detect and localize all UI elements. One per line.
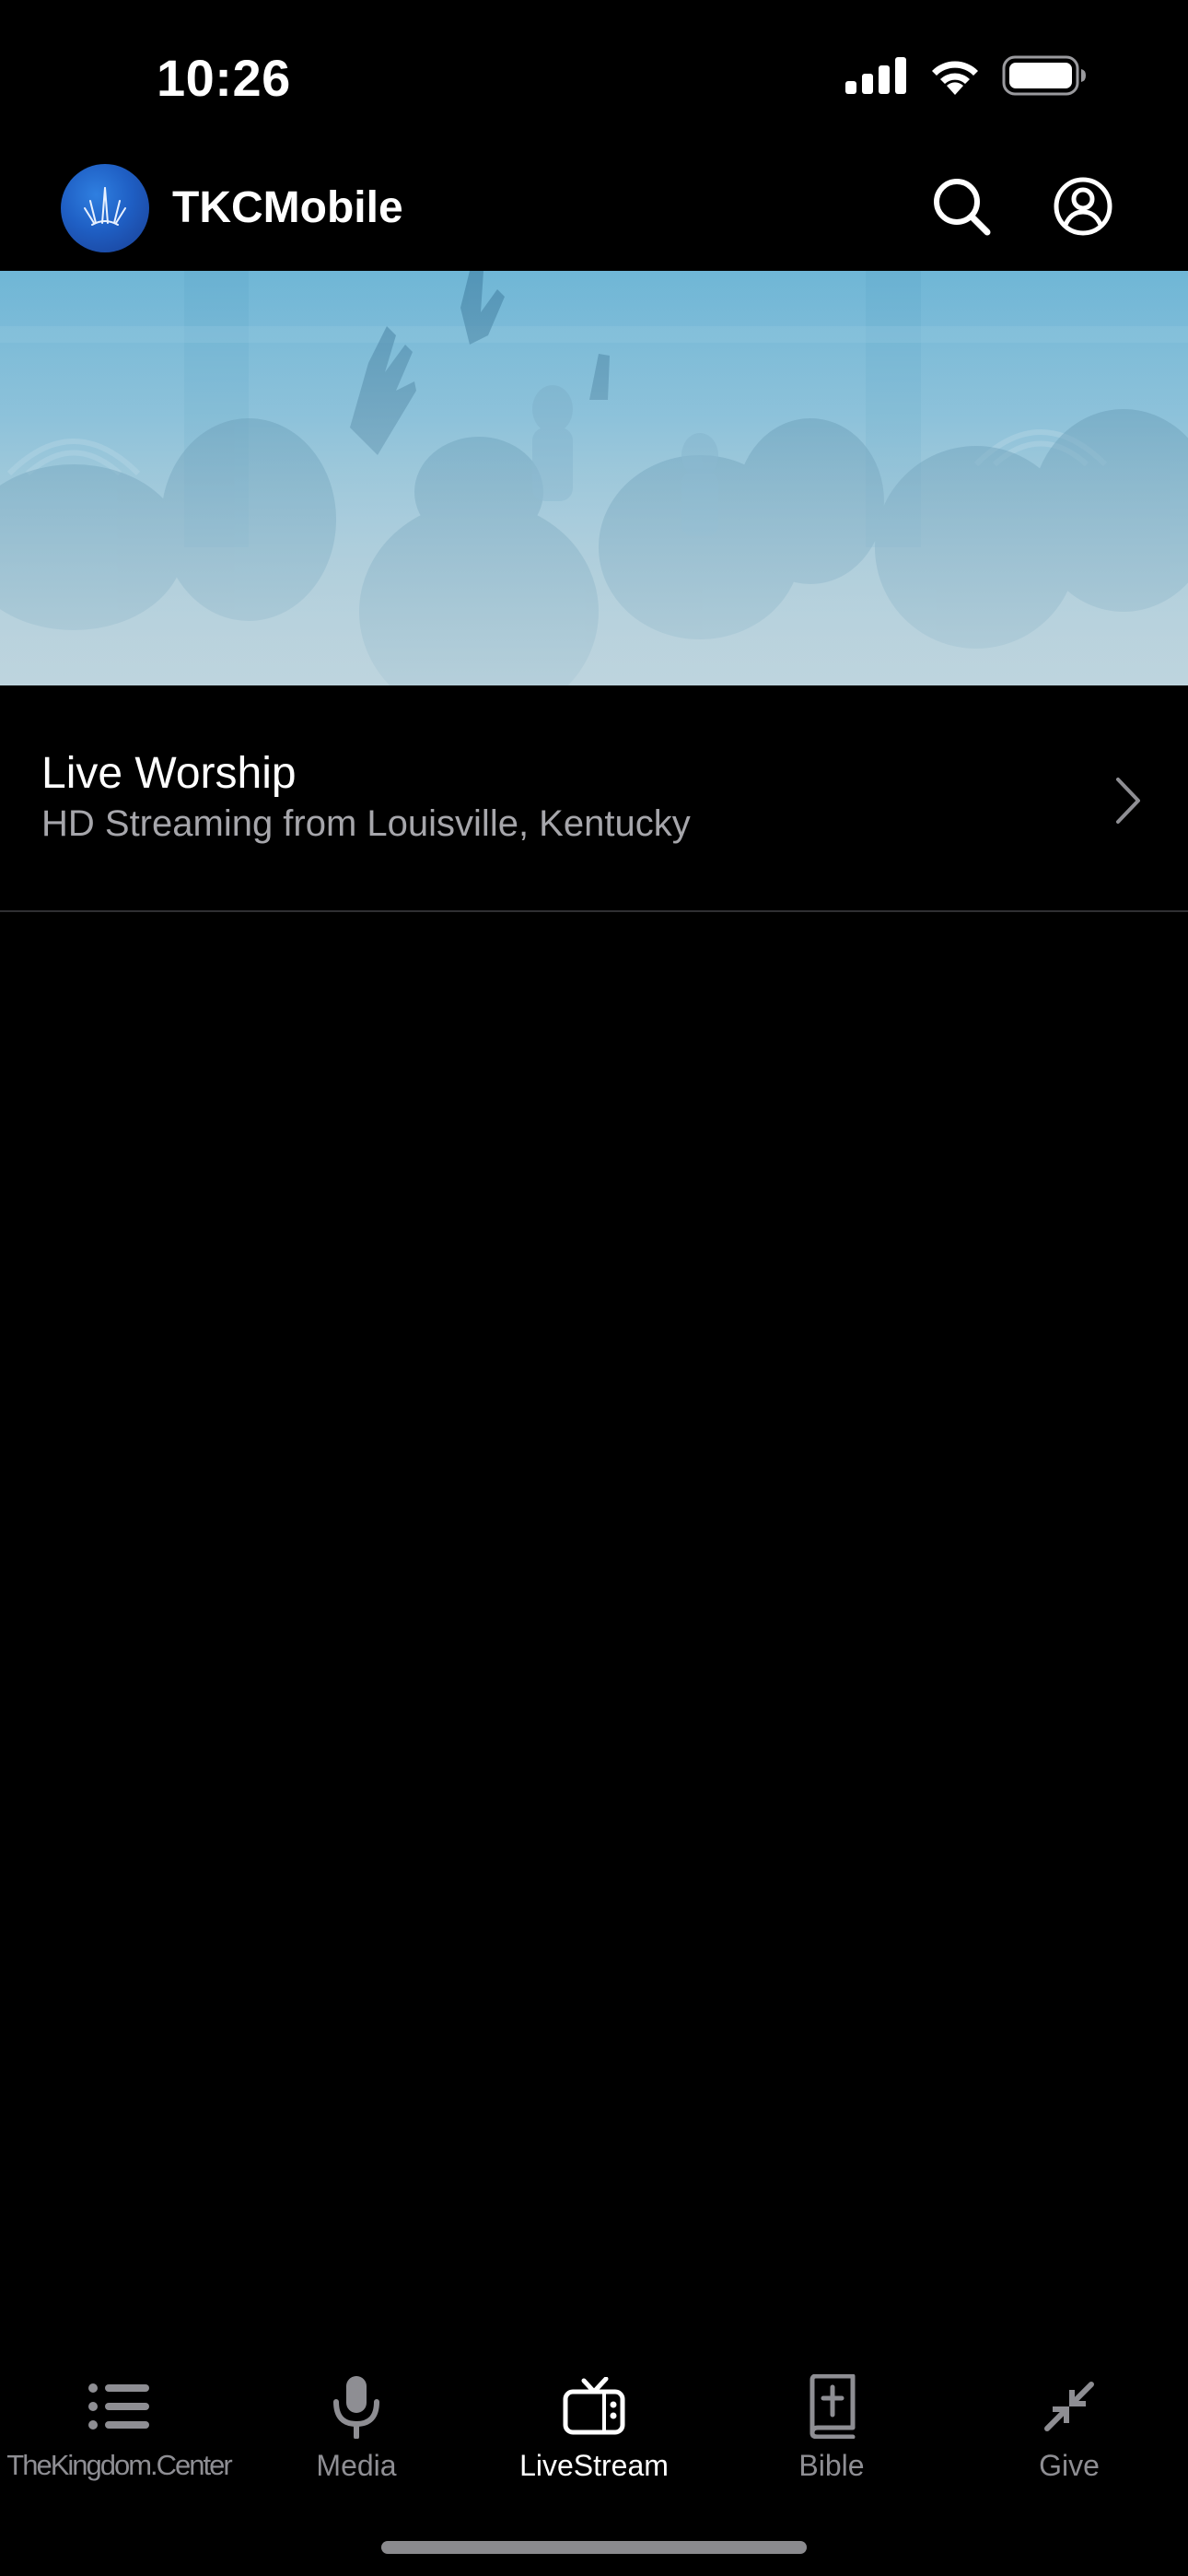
tab-label: TheKingdom.Center — [6, 2449, 232, 2481]
bible-icon — [795, 2370, 868, 2443]
live-worship-row[interactable]: Live Worship HD Streaming from Louisvill… — [0, 685, 1188, 912]
cellular-signal-icon — [845, 57, 908, 99]
list-icon — [82, 2370, 156, 2443]
search-icon — [931, 176, 992, 241]
tab-label: Bible — [798, 2449, 865, 2482]
hero-banner-image — [0, 271, 1188, 685]
account-button[interactable] — [1048, 173, 1118, 243]
tab-media[interactable]: Media — [238, 2348, 475, 2486]
app-title: TKCMobile — [172, 183, 403, 232]
search-button[interactable] — [926, 173, 996, 243]
tab-label: LiveStream — [519, 2449, 669, 2482]
status-icons — [845, 55, 1087, 100]
tab-label: Give — [1039, 2449, 1100, 2482]
home-indicator[interactable] — [381, 2541, 807, 2554]
tab-bible[interactable]: Bible — [713, 2348, 950, 2486]
battery-icon — [1002, 55, 1087, 100]
status-time: 10:26 — [157, 49, 291, 107]
row-subtitle: HD Streaming from Louisville, Kentucky — [41, 803, 691, 844]
status-bar: 10:26 — [0, 0, 1188, 157]
tab-give[interactable]: Give — [950, 2348, 1188, 2486]
collapse-arrows-icon — [1032, 2370, 1106, 2443]
tab-thekingdom-center[interactable]: TheKingdom.Center — [0, 2348, 238, 2486]
tv-icon — [557, 2370, 631, 2443]
tab-label: Media — [316, 2449, 397, 2482]
app-header: TKCMobile — [0, 157, 1188, 271]
tab-livestream[interactable]: LiveStream — [475, 2348, 713, 2486]
chevron-right-icon — [1112, 776, 1144, 825]
wifi-icon — [928, 56, 982, 100]
row-title: Live Worship — [41, 749, 297, 798]
crown-logo-icon — [61, 164, 149, 252]
microphone-icon — [320, 2370, 393, 2443]
user-circle-icon — [1053, 176, 1113, 241]
